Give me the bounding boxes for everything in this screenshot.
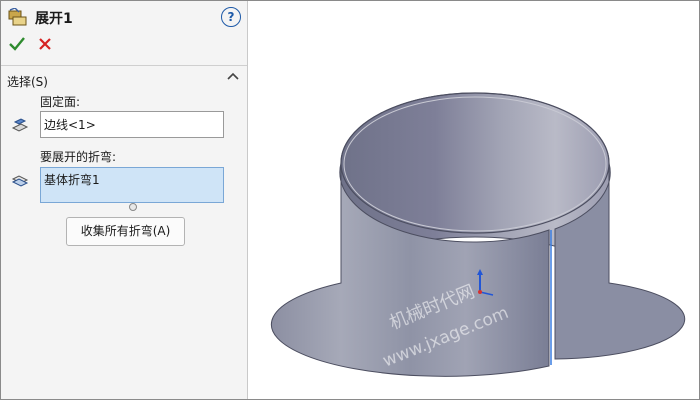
bends-to-unfold-label: 要展开的折弯:: [40, 150, 117, 164]
unfold-feature-icon: [8, 8, 27, 26]
help-icon[interactable]: ?: [221, 7, 241, 27]
sheet-metal-cylinder-model: [270, 92, 686, 377]
divider: [1, 65, 247, 66]
collect-all-bends-button[interactable]: 收集所有折弯(A): [66, 217, 185, 246]
property-manager-panel: 展开1 ? 选择(S) 固定面: 边线<1> 要展开的折弯: 基体折弯1 收集所…: [1, 1, 248, 399]
ok-check-icon[interactable]: [9, 36, 25, 52]
face-selection-icon: [11, 118, 29, 132]
cancel-x-icon[interactable]: [38, 37, 52, 51]
graphics-viewport[interactable]: [248, 1, 699, 399]
app-window: 展开1 ? 选择(S) 固定面: 边线<1> 要展开的折弯: 基体折弯1 收集所…: [0, 0, 700, 400]
selection-group-label: 选择(S): [7, 75, 48, 89]
selection-group-header[interactable]: 选择(S): [7, 71, 241, 89]
fixed-face-field[interactable]: 边线<1>: [40, 111, 224, 138]
chevron-up-icon[interactable]: [227, 71, 239, 81]
panel-title: 展开1: [35, 11, 73, 27]
fixed-face-label: 固定面:: [40, 95, 81, 109]
bend-selection-icon: [11, 175, 29, 187]
bends-to-unfold-field[interactable]: 基体折弯1: [40, 167, 224, 203]
list-resize-handle[interactable]: [129, 203, 137, 211]
panel-header: 展开1 ?: [7, 7, 241, 29]
